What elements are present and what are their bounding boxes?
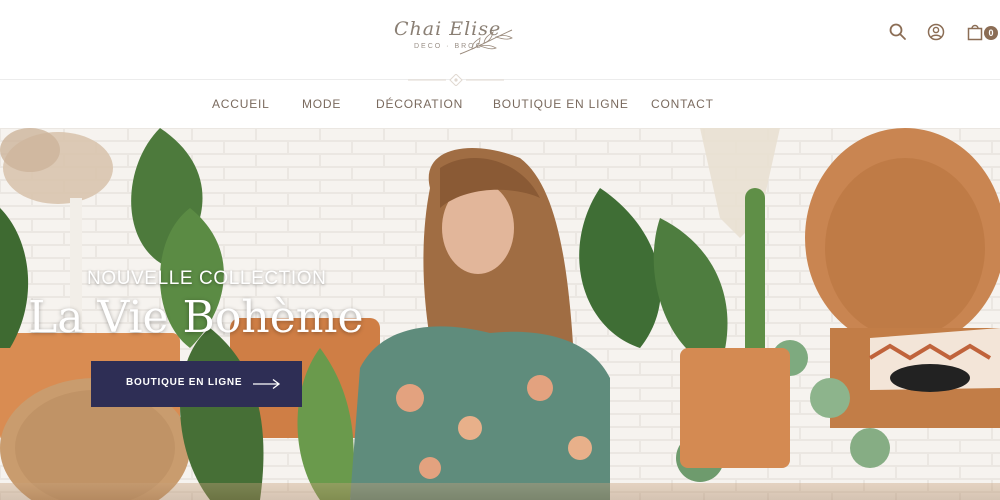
nav-item-decoration[interactable]: DÉCORATION (376, 97, 463, 111)
shop-online-button-label: BOUTIQUE EN LIGNE (126, 377, 243, 388)
shop-online-button[interactable]: BOUTIQUE EN LIGNE (91, 361, 302, 407)
arrow-right-icon (253, 378, 281, 390)
logo-tagline: DECO · BROC (414, 43, 483, 50)
user-icon[interactable] (926, 22, 946, 42)
brand-logo[interactable]: Chai Elise DECO · BROC (388, 12, 518, 62)
nav-menu: ACCUEIL MODE DÉCORATION BOUTIQUE EN LIGN… (0, 80, 1000, 128)
header-actions: 0 (870, 22, 1000, 46)
shopping-bag-icon[interactable] (965, 22, 985, 42)
nav-item-accueil[interactable]: ACCUEIL (212, 97, 270, 111)
leaf-branch-icon (459, 29, 513, 55)
cart-count-badge[interactable]: 0 (984, 26, 998, 40)
site-header: Chai Elise DECO · BROC 0 (0, 0, 1000, 80)
hero-banner: NOUVELLE COLLECTION La Vie Bohème BOUTIQ… (0, 128, 1000, 500)
main-navigation: ACCUEIL MODE DÉCORATION BOUTIQUE EN LIGN… (0, 74, 1000, 128)
nav-item-mode[interactable]: MODE (302, 97, 341, 111)
search-icon[interactable] (888, 22, 908, 42)
hero-title: La Vie Bohème (28, 292, 364, 343)
nav-item-boutique[interactable]: BOUTIQUE EN LIGNE (493, 97, 629, 111)
nav-item-contact[interactable]: CONTACT (651, 97, 714, 111)
hero-kicker: NOUVELLE COLLECTION (87, 268, 327, 289)
